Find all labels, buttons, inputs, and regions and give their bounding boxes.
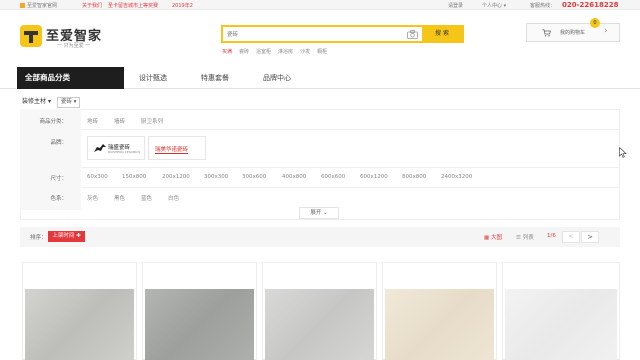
product-card[interactable] <box>262 262 377 360</box>
filter-divider <box>81 187 620 188</box>
site-link[interactable]: 至爱智家官网 <box>20 2 57 9</box>
brand-name: 瑞美华诺瓷砖 <box>155 147 189 154</box>
search-input[interactable] <box>227 29 402 40</box>
product-card[interactable] <box>502 262 620 360</box>
next-page-button[interactable]: > <box>581 231 599 243</box>
chevron-right-icon: › <box>604 26 608 36</box>
chevron-down-icon: ▾ <box>73 99 77 105</box>
product-card[interactable] <box>142 262 257 360</box>
mouse-cursor-icon <box>619 147 627 158</box>
hot-words: 买满 瓷砖 浴室柜 淋浴房 沙发 橱柜 <box>222 48 334 55</box>
size-option[interactable]: 200x1200 <box>162 174 190 180</box>
breadcrumb-subcategory[interactable]: 瓷砖 ▾ <box>56 97 81 108</box>
grid-icon: ▦ <box>484 235 490 241</box>
hot-word[interactable]: 沙发 <box>300 48 310 55</box>
product-image[interactable] <box>385 289 494 360</box>
product-card[interactable] <box>22 262 137 360</box>
brand-option-ruimei[interactable]: 瑞美华诺瓷砖 <box>148 136 206 160</box>
size-option[interactable]: 150x800 <box>122 174 146 180</box>
hotline-label: 客服热线： <box>530 3 556 9</box>
size-option[interactable]: 800x800 <box>402 174 426 180</box>
color-filter-label: 色系： <box>50 196 67 202</box>
nav-item-design[interactable]: 设计甄选 <box>139 73 167 83</box>
category-option[interactable]: 厨卫系列 <box>141 117 163 125</box>
logo-icon[interactable] <box>20 25 42 47</box>
hot-word[interactable]: 瓷砖 <box>239 48 249 55</box>
nav-item-brands[interactable]: 品牌中心 <box>263 73 291 83</box>
list-icon: ☰ <box>516 235 521 241</box>
camera-icon[interactable] <box>407 30 418 39</box>
category-option[interactable]: 墙砖 <box>114 117 125 125</box>
account-menu[interactable]: 个人中心 ▾ <box>482 2 506 9</box>
notice-text[interactable]: 圣卡留吉城市上等奖赛 <box>108 2 158 9</box>
sort-arrow-icon: ✚ <box>76 233 81 239</box>
hot-word[interactable]: 淋浴房 <box>278 48 293 55</box>
cart-label: 我的购物车 <box>560 30 586 36</box>
size-option[interactable]: 600x1200 <box>360 174 388 180</box>
page-indicator: 1/6 <box>547 233 556 239</box>
hot-word[interactable]: 买满 <box>222 48 232 55</box>
product-image[interactable] <box>145 289 254 360</box>
brand-subtitle: RUISHENG CERAMICS <box>108 150 141 154</box>
notice-date: 2019年2 <box>172 3 193 9</box>
hot-word[interactable]: 橱柜 <box>317 48 327 55</box>
sort-bar: 排序： 上架时间 ✚ ▦ 大图 ☰ 列表 1/6 < > <box>20 227 620 247</box>
brand-option-ruisheng[interactable]: 瑞盛瓷砖 RUISHENG CERAMICS <box>87 136 145 160</box>
color-option[interactable]: 黑色 <box>114 194 125 202</box>
chevron-down-icon: ▾ <box>503 3 507 9</box>
expand-filters-button[interactable]: 展开 ⌄ <box>299 207 339 219</box>
product-image[interactable] <box>25 289 134 360</box>
size-option[interactable]: 300x600 <box>242 174 266 180</box>
color-option[interactable]: 白色 <box>168 194 179 202</box>
category-option[interactable]: 地砖 <box>87 117 98 125</box>
view-grid-toggle[interactable]: ▦ 大图 <box>484 233 502 241</box>
login-link[interactable]: 请登录 <box>448 2 463 9</box>
breadcrumb-category[interactable]: 装修主材 ▾ <box>22 98 51 105</box>
filter-divider <box>81 167 620 168</box>
product-image[interactable] <box>505 289 617 360</box>
chevron-down-icon: ⌄ <box>323 210 328 216</box>
breadcrumb: 装修主材 ▾ 瓷砖 ▾ <box>22 96 81 108</box>
size-option[interactable]: 300x300 <box>204 174 228 180</box>
notice-link[interactable]: 关于我们 <box>82 2 102 9</box>
size-option[interactable]: 60x300 <box>87 174 108 180</box>
nav-item-deals[interactable]: 特惠套餐 <box>201 73 229 83</box>
search-box: 搜 索 <box>221 25 464 43</box>
hot-word[interactable]: 浴室柜 <box>256 48 271 55</box>
home-icon <box>20 3 25 8</box>
chevron-down-icon: ▾ <box>47 98 51 105</box>
sort-by-time-button[interactable]: 上架时间 ✚ <box>48 231 85 242</box>
page: 至爱智家官网 关于我们 圣卡留吉城市上等奖赛 2019年2 请登录 个人中心 ▾… <box>0 0 640 360</box>
product-image[interactable] <box>265 289 374 360</box>
sort-label: 排序： <box>30 235 47 241</box>
prev-page-button[interactable]: < <box>562 231 580 243</box>
logo-slogan: 一 只为至爱 一 <box>57 43 91 49</box>
cart-icon <box>542 29 551 37</box>
color-option[interactable]: 灰色 <box>87 194 98 202</box>
hotline-number: 020-22618228 <box>562 1 619 9</box>
search-button[interactable]: 搜 索 <box>422 27 462 41</box>
filter-divider <box>81 129 620 130</box>
top-bar: 至爱智家官网 关于我们 圣卡留吉城市上等奖赛 2019年2 请登录 个人中心 ▾… <box>0 0 640 10</box>
view-list-toggle[interactable]: ☰ 列表 <box>516 233 534 241</box>
all-categories-tab[interactable]: 全部商品分类 <box>17 67 124 89</box>
size-option[interactable]: 2400x3200 <box>441 174 472 180</box>
size-filter-label: 尺寸： <box>50 176 67 182</box>
product-card[interactable] <box>382 262 497 360</box>
category-filter-label: 商品分类： <box>39 119 67 125</box>
size-option[interactable]: 600x600 <box>321 174 345 180</box>
filter-panel <box>20 109 620 220</box>
brand-filter-label: 品牌： <box>50 140 67 146</box>
horse-logo-icon <box>94 144 106 152</box>
size-option[interactable]: 400x800 <box>282 174 306 180</box>
color-option[interactable]: 蓝色 <box>141 194 152 202</box>
cart-count-badge: 0 <box>590 18 600 28</box>
cart-button[interactable]: 我的购物车 › 0 <box>526 18 620 42</box>
